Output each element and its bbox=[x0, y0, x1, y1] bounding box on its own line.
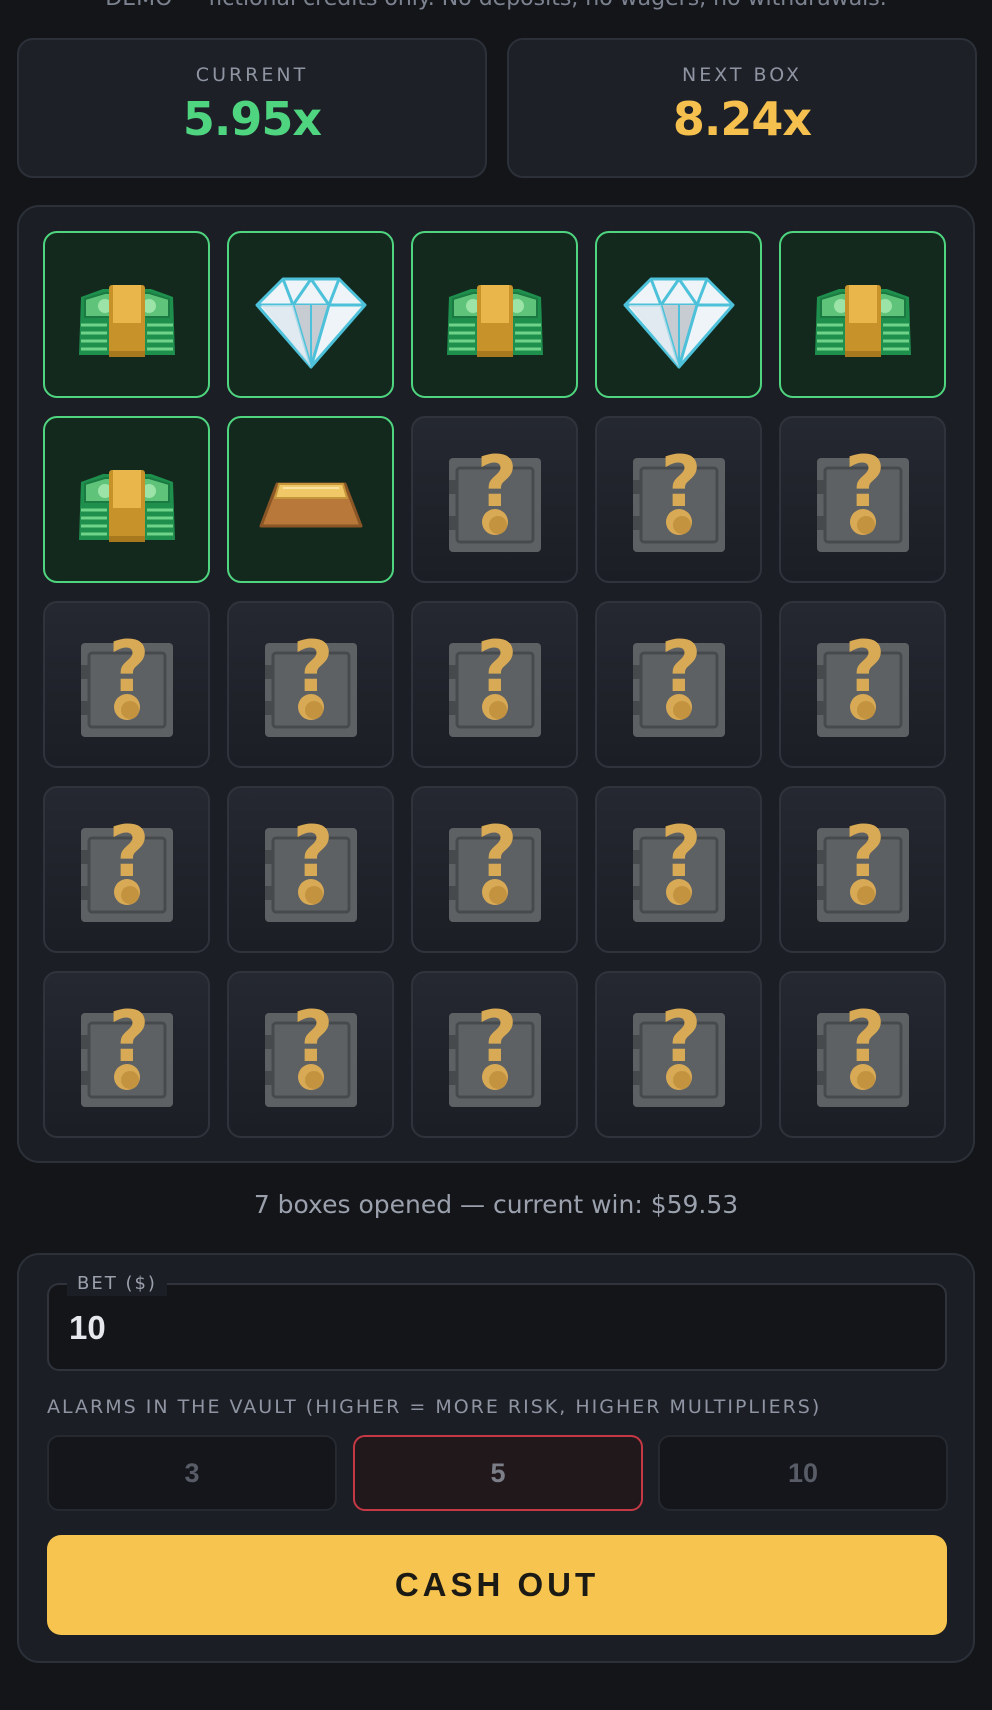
box-tile[interactable] bbox=[227, 231, 394, 398]
gold-bar-icon bbox=[247, 436, 375, 564]
mystery-safe-icon: ? bbox=[799, 806, 927, 934]
next-box-multiplier-card: NEXT BOX 8.24x bbox=[507, 38, 977, 178]
mystery-safe-icon: ? bbox=[615, 621, 743, 749]
vault-game-screen: DEMO — fictional credits only. No deposi… bbox=[0, 0, 992, 1710]
controls-panel: BET ($) ALARMS IN THE VAULT (HIGHER = MO… bbox=[17, 1253, 975, 1663]
cash-stack-icon bbox=[431, 251, 559, 379]
box-tile[interactable] bbox=[227, 416, 394, 583]
box-tile[interactable]: ? bbox=[43, 786, 210, 953]
bet-label: BET ($) bbox=[67, 1271, 167, 1296]
mystery-safe-icon: ? bbox=[799, 991, 927, 1119]
box-tile[interactable]: ? bbox=[595, 601, 762, 768]
box-tile[interactable]: ? bbox=[43, 601, 210, 768]
mystery-safe-icon: ? bbox=[615, 991, 743, 1119]
mystery-safe-icon: ? bbox=[63, 621, 191, 749]
cash-out-button[interactable]: CASH OUT bbox=[47, 1535, 947, 1635]
mystery-safe-icon: ? bbox=[431, 806, 559, 934]
mystery-safe-icon: ? bbox=[63, 806, 191, 934]
vault-board: ? ? ? ? ? ? ? ? ? ? ? ? ? ? ? ? ? ? bbox=[17, 205, 975, 1163]
cash-stack-icon bbox=[799, 251, 927, 379]
box-tile[interactable] bbox=[411, 231, 578, 398]
mystery-safe-icon: ? bbox=[431, 991, 559, 1119]
diamond-icon bbox=[615, 251, 743, 379]
mystery-safe-icon: ? bbox=[615, 436, 743, 564]
mystery-safe-icon: ? bbox=[247, 621, 375, 749]
mystery-safe-icon: ? bbox=[63, 991, 191, 1119]
box-tile[interactable]: ? bbox=[227, 601, 394, 768]
current-multiplier-label: CURRENT bbox=[195, 64, 309, 86]
box-grid: ? ? ? ? ? ? ? ? ? ? ? ? ? ? ? ? ? ? bbox=[43, 231, 946, 1138]
box-tile[interactable]: ? bbox=[779, 416, 946, 583]
box-tile[interactable] bbox=[43, 231, 210, 398]
game-status: 7 boxes opened — current win: $59.53 bbox=[253, 1190, 739, 1219]
cash-stack-icon bbox=[63, 251, 191, 379]
demo-disclaimer: DEMO — fictional credits only. No deposi… bbox=[0, 0, 992, 11]
mystery-safe-icon: ? bbox=[431, 436, 559, 564]
next-box-multiplier-value: 8.24x bbox=[672, 92, 812, 146]
box-tile[interactable]: ? bbox=[227, 971, 394, 1138]
mystery-safe-icon: ? bbox=[247, 991, 375, 1119]
alarm-option-10[interactable]: 10 bbox=[658, 1435, 948, 1511]
next-box-multiplier-label: NEXT BOX bbox=[681, 64, 802, 86]
box-tile[interactable] bbox=[595, 231, 762, 398]
current-multiplier-card: CURRENT 5.95x bbox=[17, 38, 487, 178]
mystery-safe-icon: ? bbox=[799, 621, 927, 749]
box-tile[interactable]: ? bbox=[411, 601, 578, 768]
cash-stack-icon bbox=[63, 436, 191, 564]
box-tile[interactable]: ? bbox=[595, 971, 762, 1138]
box-tile[interactable]: ? bbox=[43, 971, 210, 1138]
box-tile[interactable] bbox=[43, 416, 210, 583]
mystery-safe-icon: ? bbox=[247, 806, 375, 934]
mystery-safe-icon: ? bbox=[615, 806, 743, 934]
box-tile[interactable]: ? bbox=[411, 786, 578, 953]
current-multiplier-value: 5.95x bbox=[182, 92, 322, 146]
box-tile[interactable]: ? bbox=[779, 786, 946, 953]
diamond-icon bbox=[247, 251, 375, 379]
bet-input[interactable] bbox=[69, 1305, 909, 1351]
box-tile[interactable]: ? bbox=[595, 786, 762, 953]
alarm-option-3[interactable]: 3 bbox=[47, 1435, 337, 1511]
box-tile[interactable]: ? bbox=[595, 416, 762, 583]
box-tile[interactable]: ? bbox=[411, 416, 578, 583]
box-tile[interactable]: ? bbox=[779, 601, 946, 768]
mystery-safe-icon: ? bbox=[799, 436, 927, 564]
box-tile[interactable]: ? bbox=[411, 971, 578, 1138]
alarm-option-5[interactable]: 5 bbox=[353, 1435, 643, 1511]
box-tile[interactable] bbox=[779, 231, 946, 398]
box-tile[interactable]: ? bbox=[227, 786, 394, 953]
alarms-label: ALARMS IN THE VAULT (HIGHER = MORE RISK,… bbox=[47, 1396, 822, 1418]
mystery-safe-icon: ? bbox=[431, 621, 559, 749]
bet-field: BET ($) bbox=[47, 1271, 947, 1371]
box-tile[interactable]: ? bbox=[779, 971, 946, 1138]
